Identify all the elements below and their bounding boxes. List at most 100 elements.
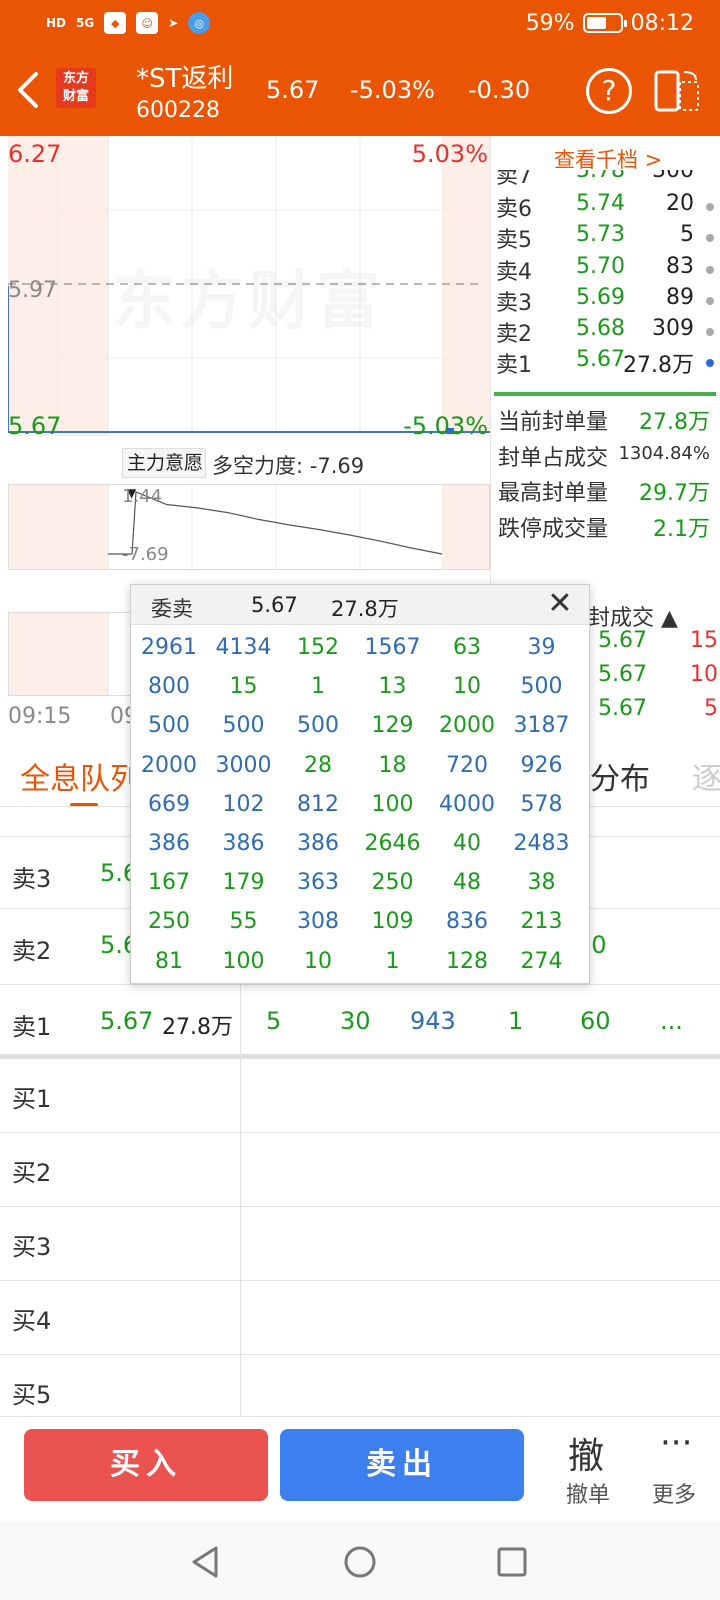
popup-order-cell: 836 xyxy=(446,909,488,935)
current-price: 5.67 xyxy=(266,76,320,104)
popup-order-cell: 10 xyxy=(453,674,481,700)
trade-price: 5.67 xyxy=(598,662,647,687)
popup-order-cell: 129 xyxy=(371,713,414,739)
ask-level-label: 卖6 xyxy=(496,197,532,223)
landscape-switch-icon[interactable] xyxy=(654,68,702,112)
queue-row[interactable]: 买1 xyxy=(0,1058,720,1132)
header-bar: HD 5G ◆ ☺ ➤ ◎ 59% 08:12 东方 财富 *ST返利 60022… xyxy=(0,0,720,136)
browser-icon: ◎ xyxy=(188,12,211,34)
ask-price: 5.78 xyxy=(576,170,625,183)
queue-row[interactable]: 买2 xyxy=(0,1132,720,1206)
queue-order-cell[interactable]: 5 xyxy=(266,1007,281,1035)
status-icons: HD 5G ◆ ☺ ➤ ◎ xyxy=(46,10,211,36)
ask-price: 5.69 xyxy=(576,284,625,310)
queue-level-label: 卖1 xyxy=(12,1013,52,1041)
ask-volume: 5 xyxy=(680,222,694,248)
action-bar: 买入 卖出 撤 撤单 ··· 更多 xyxy=(0,1416,720,1522)
popup-order-cell: 250 xyxy=(148,909,190,935)
sell-button[interactable]: 卖出 xyxy=(280,1429,524,1501)
popup-order-cell: 1 xyxy=(311,674,325,700)
status-right: 59% 08:12 xyxy=(526,8,694,38)
app-logo: 东方 财富 xyxy=(56,68,96,108)
ask-level-label: 卖2 xyxy=(496,322,532,347)
queue-dot-icon xyxy=(706,296,714,305)
seal-stat-label: 当前封单量 xyxy=(498,410,609,435)
tab-distribution[interactable]: 分布 xyxy=(590,754,650,798)
nav-home-icon[interactable] xyxy=(340,1542,380,1582)
popup-order-cell: 386 xyxy=(297,831,339,856)
queue-order-cell[interactable]: 60 xyxy=(580,1007,611,1035)
ask-level-label: 卖4 xyxy=(496,259,532,285)
help-button[interactable]: ? xyxy=(586,68,632,114)
ask-volume: 20 xyxy=(666,191,694,217)
queue-level-label: 买1 xyxy=(12,1085,52,1113)
queue-row[interactable]: 买4 xyxy=(0,1280,720,1354)
ask-volume: 27.8万 xyxy=(623,353,694,379)
queue-volume: 27.8万 xyxy=(162,1015,233,1040)
ask-level-label: 卖5 xyxy=(496,228,532,254)
more-label[interactable]: 更多 xyxy=(652,1477,696,1509)
more-icon[interactable]: ··· xyxy=(660,1423,692,1463)
close-icon[interactable]: ✕ xyxy=(545,589,575,619)
nav-back-icon[interactable] xyxy=(186,1542,226,1582)
buy-button[interactable]: 买入 xyxy=(24,1429,268,1501)
seal-stat-value: 1304.84% xyxy=(618,442,710,464)
ask-row[interactable]: 卖4 5.70 83 xyxy=(496,254,716,286)
popup-order-cell: 167 xyxy=(148,870,190,896)
popup-order-cell: 102 xyxy=(222,791,265,817)
popup-order-cell: 500 xyxy=(222,713,265,739)
seal-stat-label: 封单占成交 xyxy=(498,445,609,471)
popup-order-cell: 274 xyxy=(520,948,563,974)
popup-order-cell: 926 xyxy=(520,752,563,778)
back-icon[interactable] xyxy=(14,70,44,110)
ask-row[interactable]: 卖3 5.69 89 xyxy=(496,285,716,317)
time-start-label: 09:15 xyxy=(8,704,72,729)
ask-price: 5.68 xyxy=(576,316,625,341)
trade-volume: 10 xyxy=(690,662,718,687)
trade-price: 5.67 xyxy=(598,696,647,721)
popup-order-cell: 38 xyxy=(527,870,556,896)
trade-volume: 5 xyxy=(704,696,718,721)
queue-level-label: 卖2 xyxy=(12,937,52,965)
ask-row[interactable]: 卖5 5.73 5 xyxy=(496,222,716,254)
tab-full-queue[interactable]: 全息队列 xyxy=(20,754,140,798)
cancel-order-icon[interactable]: 撤 xyxy=(568,1427,604,1479)
ask-row[interactable]: 卖2 5.68 309 xyxy=(496,316,716,348)
seal-stat-label: 最高封单量 xyxy=(498,481,609,506)
indicator-dropdown[interactable]: 主力意愿 ▼ xyxy=(122,448,206,500)
change-percent: -5.03% xyxy=(350,76,435,104)
nav-recents-icon[interactable] xyxy=(492,1542,532,1582)
popup-order-cell: 63 xyxy=(453,635,481,660)
popup-order-cell: 15 xyxy=(229,674,258,700)
cancel-order-label[interactable]: 撤单 xyxy=(566,1477,610,1509)
order-queue-popup: 委卖 5.67 27.8万 ✕ 2961 4134 152 1567 63 39 800 15… xyxy=(130,584,590,984)
queue-row[interactable]: 买5 xyxy=(0,1354,720,1416)
change-amount: -0.30 xyxy=(468,76,531,104)
ask-volume: 300 xyxy=(652,170,694,183)
queue-order-cell[interactable]: ... xyxy=(660,1007,683,1035)
queue-row[interactable]: 卖1 5.67 27.8万 5 30 943 1 60... xyxy=(0,984,720,1056)
queue-price: 5.67 xyxy=(100,1007,154,1035)
y-mid-price: 5.97 xyxy=(8,278,57,303)
popup-order-cell: 250 xyxy=(371,870,414,896)
ask-row[interactable]: 卖6 5.74 20 xyxy=(496,191,716,223)
popup-order-cell: 13 xyxy=(378,674,407,700)
popup-order-cell: 48 xyxy=(453,870,481,896)
indicator-chart[interactable] xyxy=(8,484,490,570)
bid-ask-divider xyxy=(494,392,716,396)
popup-order-cell: 4134 xyxy=(215,635,272,660)
queue-level-label: 买4 xyxy=(12,1307,52,1335)
ask-row[interactable]: 卖1 5.67 27.8万 xyxy=(496,347,716,379)
queue-order-cell[interactable]: 30 xyxy=(340,1007,371,1035)
popup-order-cell: 386 xyxy=(222,831,265,856)
queue-level-label: 卖3 xyxy=(12,865,52,893)
ask-row[interactable]: 卖7 5.78 300 xyxy=(496,170,716,190)
y-bottom-price: 5.67 xyxy=(8,412,62,440)
queue-row[interactable]: 买3 xyxy=(0,1206,720,1280)
seal-stat-label: 跌停成交量 xyxy=(498,516,609,542)
popup-order-cell: 2000 xyxy=(141,752,197,778)
tab-tick[interactable]: 逐 xyxy=(692,754,720,798)
send-icon: ➤ xyxy=(168,16,179,30)
queue-order-cell[interactable]: 943 xyxy=(410,1007,456,1035)
queue-order-cell[interactable]: 1 xyxy=(508,1007,523,1035)
